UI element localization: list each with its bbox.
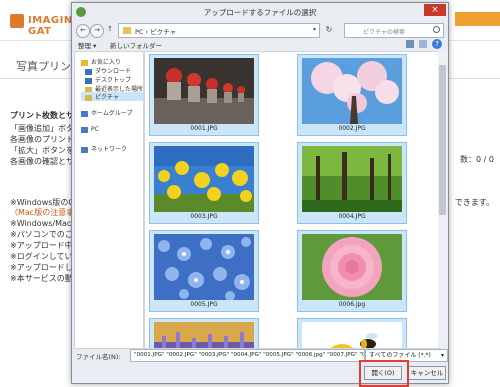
dialog-titlebar[interactable]: アップロードするファイルの選択 × <box>72 3 448 21</box>
filename-label: ファイル名(N): <box>76 353 121 361</box>
file-name: 0004.JPG <box>338 213 366 220</box>
file-tile[interactable] <box>149 318 259 348</box>
file-tile[interactable]: 0005.JPG <box>149 230 259 312</box>
print-count: 数：0 / 0 <box>460 155 494 164</box>
cancel-button[interactable]: キャンセル <box>408 366 446 380</box>
file-name: 0006.jpg <box>338 301 366 308</box>
file-name: 0001.JPG <box>190 125 218 132</box>
site-logo[interactable]: IMAGING GAT <box>10 11 81 37</box>
pc-icon <box>81 126 88 133</box>
thumbnail-image <box>154 58 254 124</box>
address-path: PC › ピクチャ <box>135 28 177 36</box>
file-tile[interactable]: 0001.JPG <box>149 54 259 136</box>
search-placeholder: ピクチャの検索 <box>363 29 405 36</box>
file-list-scrollbar[interactable] <box>438 51 447 347</box>
file-tile[interactable]: 0003.JPG <box>149 142 259 224</box>
file-tile[interactable] <box>297 318 407 348</box>
preview-pane-icon[interactable] <box>419 40 427 48</box>
pictures-folder-icon <box>85 94 92 101</box>
up-arrow-icon[interactable]: ↑ <box>104 24 116 36</box>
nav-item-network[interactable]: ネットワーク <box>81 144 127 153</box>
close-button[interactable]: × <box>424 4 446 16</box>
nav-item-homegroup[interactable]: ホームグループ <box>81 108 132 117</box>
refresh-icon[interactable]: ↻ <box>322 23 336 36</box>
file-open-dialog: アップロードするファイルの選択 × ← → ↑ PC › ピクチャ ▾ ↻ ピク… <box>71 2 449 387</box>
thumbnail-image <box>154 146 254 212</box>
file-name: 0003.JPG <box>190 213 218 220</box>
thumbnail-image <box>154 234 254 300</box>
folder-icon <box>123 27 131 34</box>
right-note: できます。 <box>454 198 494 207</box>
logo-mark-icon <box>10 14 24 28</box>
desktop-icon <box>85 77 92 84</box>
thumbnail-image <box>302 146 402 212</box>
nav-item-pictures[interactable]: ピクチャ <box>81 92 143 101</box>
network-icon <box>81 146 88 153</box>
thumbnail-image <box>154 322 254 348</box>
filename-input[interactable]: "0001.JPG" "0002.JPG" "0003.JPG" "0004.J… <box>130 349 365 362</box>
address-row: ← → ↑ PC › ピクチャ ▾ ↻ ピクチャの検索 <box>72 23 448 38</box>
back-arrow-icon[interactable]: ← <box>76 24 90 38</box>
dialog-title: アップロードするファイルの選択 <box>203 8 317 17</box>
file-tile[interactable]: 0002.JPG <box>297 54 407 136</box>
dialog-toolbar: 整理 ▾ 新しいフォルダー ? <box>72 39 448 51</box>
chevron-down-icon[interactable]: ▾ <box>313 26 316 33</box>
help-icon[interactable]: ? <box>432 39 442 49</box>
chevron-down-icon: ▾ <box>440 352 444 359</box>
view-options-icon[interactable] <box>406 40 414 48</box>
homegroup-icon <box>81 110 88 117</box>
note-line: ※Windows/Mac版 <box>10 219 80 228</box>
file-name: 0002.JPG <box>338 125 366 132</box>
navigation-pane: お気に入り ダウンロード デスクトップ 最近表示した場所 ピクチャ ホームグルー… <box>74 51 144 349</box>
thumbnail-image <box>302 234 402 300</box>
file-type-value: すべてのファイル (*.*) <box>369 352 431 359</box>
file-name: 0005.JPG <box>190 301 218 308</box>
open-button-highlight <box>359 360 409 387</box>
organize-menu[interactable]: 整理 ▾ <box>78 40 96 50</box>
new-folder-button[interactable]: 新しいフォルダー <box>110 40 162 50</box>
search-icon <box>433 26 440 33</box>
scrollbar-thumb[interactable] <box>439 65 446 215</box>
file-tile[interactable]: 0006.jpg <box>297 230 407 312</box>
forward-arrow-icon[interactable]: → <box>90 24 104 38</box>
nav-item-downloads[interactable]: ダウンロード <box>85 66 131 75</box>
file-list: 0001.JPG 0002.JPG 0003.JPG 0004.JPG 0005… <box>144 51 440 349</box>
thumbnail-image <box>302 322 402 348</box>
nav-item-desktop[interactable]: デスクトップ <box>85 75 131 84</box>
star-icon <box>81 59 88 66</box>
note-line: ※ログインしている <box>10 252 81 261</box>
thumbnail-image <box>302 58 402 124</box>
address-bar[interactable]: PC › ピクチャ ▾ <box>118 23 320 38</box>
file-tile[interactable]: 0004.JPG <box>297 142 407 224</box>
nav-item-pc[interactable]: PC <box>81 126 99 133</box>
nav-item-favorites[interactable]: お気に入り <box>81 57 121 66</box>
download-folder-icon <box>85 68 92 75</box>
header-orange-bar <box>455 12 500 26</box>
search-input[interactable]: ピクチャの検索 <box>344 23 444 38</box>
